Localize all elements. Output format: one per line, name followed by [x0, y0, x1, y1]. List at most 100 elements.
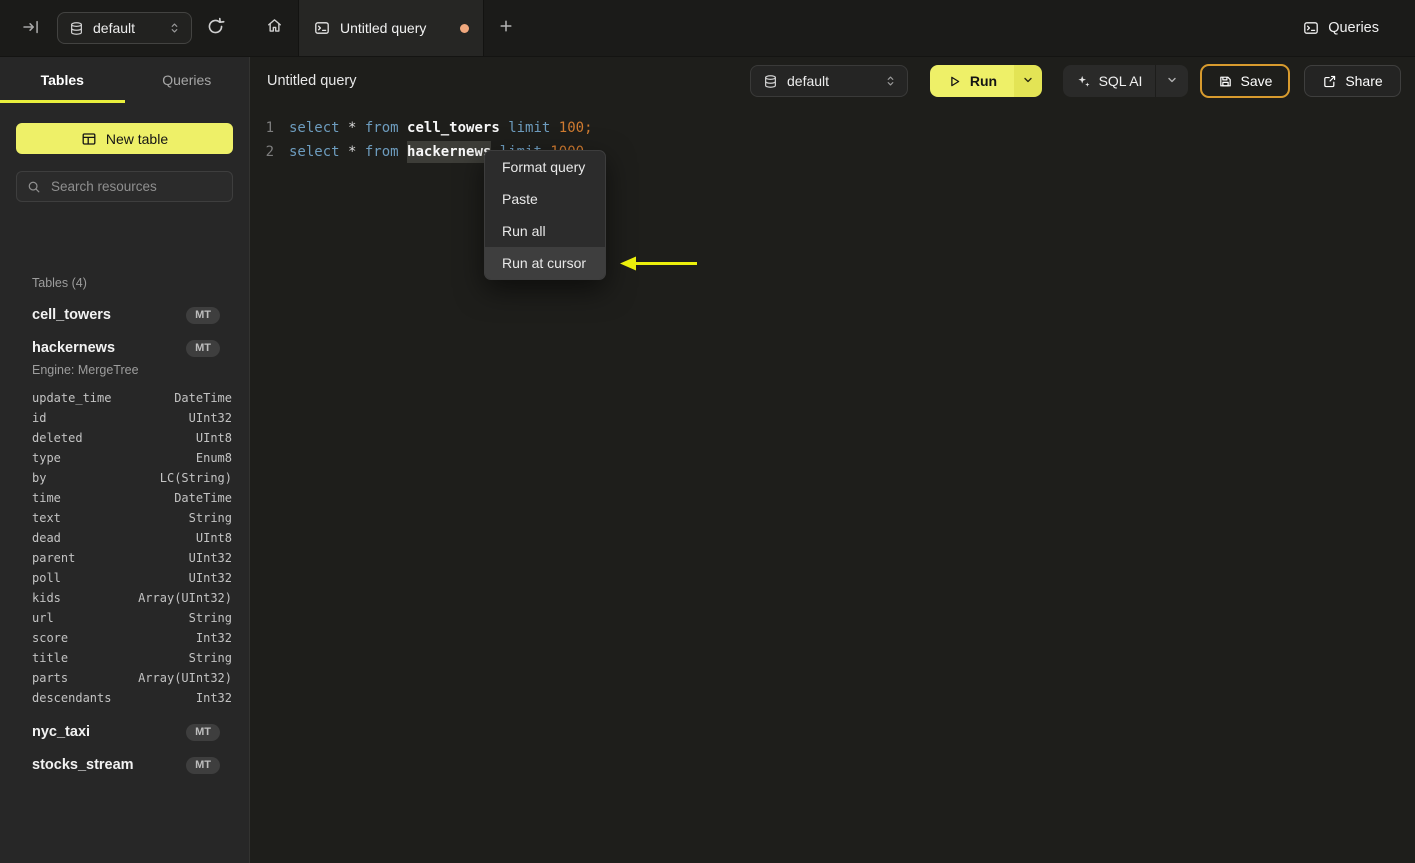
- topbar-right: Queries: [1297, 0, 1415, 56]
- engine-badge: MT: [186, 756, 220, 774]
- refresh-icon: [206, 17, 225, 39]
- menu-item-run-at-cursor[interactable]: Run at cursor: [485, 247, 605, 279]
- column-list: update_time DateTime id UInt32 deleted UInt…: [0, 388, 249, 708]
- column-row: by LC(String): [0, 468, 249, 488]
- new-tab-button[interactable]: [484, 0, 528, 56]
- column-row: dead UInt8: [0, 528, 249, 548]
- column-type: UInt8: [195, 531, 232, 545]
- table-name: nyc_taxi: [32, 724, 91, 740]
- page-title: Untitled query: [267, 73, 357, 89]
- column-row: parent UInt32: [0, 548, 249, 568]
- search-box: [16, 171, 233, 202]
- home-icon: [266, 17, 283, 39]
- sidebar-tabs: Tables Queries: [0, 57, 249, 103]
- column-row: url String: [0, 608, 249, 628]
- engine-badge: MT: [186, 723, 220, 741]
- column-row: score Int32: [0, 628, 249, 648]
- column-name: id: [32, 411, 47, 425]
- column-name: time: [32, 491, 61, 505]
- menu-item-format-query[interactable]: Format query: [485, 151, 605, 183]
- column-name: by: [32, 471, 47, 485]
- run-options-button[interactable]: [1014, 65, 1042, 97]
- topbar-database-value: default: [93, 20, 136, 36]
- toolbar-database-selector[interactable]: default: [750, 65, 908, 97]
- annotation-arrow: [620, 256, 697, 271]
- sidebar: Tables Queries New table Tables (4) cell…: [0, 57, 250, 863]
- column-name: update_time: [32, 391, 112, 405]
- column-name: title: [32, 651, 69, 665]
- engine-label: Engine: MergeTree: [32, 363, 139, 377]
- column-row: descendants Int32: [0, 688, 249, 708]
- table-list: cell_towers MT hackernews MT Engine: Mer…: [0, 303, 249, 777]
- sql-ai-label: SQL AI: [1098, 73, 1143, 89]
- table-row-nyc-taxi[interactable]: nyc_taxi MT: [0, 720, 249, 744]
- line-number: 2: [265, 144, 274, 160]
- save-button[interactable]: Save: [1200, 64, 1290, 98]
- sql-ai-button[interactable]: SQL AI: [1063, 65, 1155, 97]
- active-tab-underline: [0, 100, 125, 103]
- tabstrip: Untitled query: [250, 0, 528, 56]
- column-type: Array(UInt32): [138, 591, 232, 605]
- sql-editor[interactable]: 1 select * from cell_towers limit 100; 2…: [250, 105, 1415, 863]
- tables-section-title: Tables (4): [32, 276, 87, 290]
- column-name: poll: [32, 571, 61, 585]
- column-type: LC(String): [159, 471, 232, 485]
- column-name: type: [32, 451, 61, 465]
- new-table-label: New table: [105, 130, 169, 147]
- sql-ai-button-group: SQL AI: [1063, 65, 1188, 97]
- selected-text: hackernews: [407, 144, 492, 160]
- topbar-database-selector[interactable]: default: [57, 12, 192, 44]
- sidebar-tab-tables[interactable]: Tables: [0, 57, 125, 103]
- table-name: hackernews: [32, 340, 116, 356]
- column-row: time DateTime: [0, 488, 249, 508]
- column-type: Enum8: [195, 451, 232, 465]
- sidebar-tab-queries[interactable]: Queries: [125, 57, 250, 103]
- column-row: poll UInt32: [0, 568, 249, 588]
- column-row: text String: [0, 508, 249, 528]
- app-root: default Untitled query Queries Tables Qu…: [0, 0, 1415, 863]
- main-header: Untitled query default Run SQL AI Save S…: [250, 57, 1415, 105]
- column-name: descendants: [32, 691, 112, 705]
- table-row-cell-towers[interactable]: cell_towers MT: [0, 303, 249, 327]
- save-icon: [1218, 74, 1233, 89]
- queries-button[interactable]: Queries: [1297, 19, 1385, 37]
- tab-label: Untitled query: [340, 20, 427, 36]
- chevron-down-icon: [1022, 74, 1034, 89]
- table-row-hackernews[interactable]: hackernews MT: [0, 336, 249, 360]
- tab-untitled-query[interactable]: Untitled query: [298, 0, 484, 56]
- chevron-down-icon: [1166, 74, 1178, 89]
- run-button-label: Run: [969, 73, 998, 89]
- column-row: id UInt32: [0, 408, 249, 428]
- menu-item-run-all[interactable]: Run all: [485, 215, 605, 247]
- share-button[interactable]: Share: [1304, 65, 1401, 97]
- column-type: UInt32: [188, 571, 232, 585]
- column-name: url: [32, 611, 54, 625]
- run-button[interactable]: Run: [930, 65, 1014, 97]
- unsaved-changes-dot: [460, 23, 469, 33]
- editor-line-2: 2 select * from hackernews limit 1000: [250, 140, 1415, 164]
- column-type: Array(UInt32): [138, 671, 232, 685]
- home-tab[interactable]: [250, 0, 298, 56]
- main-panel: Untitled query default Run SQL AI Save S…: [250, 57, 1415, 863]
- column-name: score: [32, 631, 69, 645]
- column-type: DateTime: [174, 491, 232, 505]
- column-type: String: [188, 611, 232, 625]
- refresh-button[interactable]: [206, 17, 225, 39]
- table-name: stocks_stream: [32, 757, 134, 773]
- sql-ai-options-button[interactable]: [1155, 65, 1188, 97]
- column-row: title String: [0, 648, 249, 668]
- terminal-icon: [1303, 20, 1319, 36]
- search-icon: [27, 180, 41, 194]
- table-row-stocks-stream[interactable]: stocks_stream MT: [0, 753, 249, 777]
- collapse-sidebar-button[interactable]: [22, 18, 40, 39]
- column-name: deleted: [32, 431, 83, 445]
- new-table-button[interactable]: New table: [16, 123, 233, 154]
- menu-item-paste[interactable]: Paste: [485, 183, 605, 215]
- topbar-left: default: [0, 0, 250, 56]
- run-button-group: Run: [930, 65, 1042, 97]
- terminal-icon: [314, 20, 330, 36]
- plus-icon: [498, 18, 514, 39]
- chevron-updown-icon: [884, 74, 897, 88]
- search-input[interactable]: [49, 178, 230, 195]
- column-name: parts: [32, 671, 69, 685]
